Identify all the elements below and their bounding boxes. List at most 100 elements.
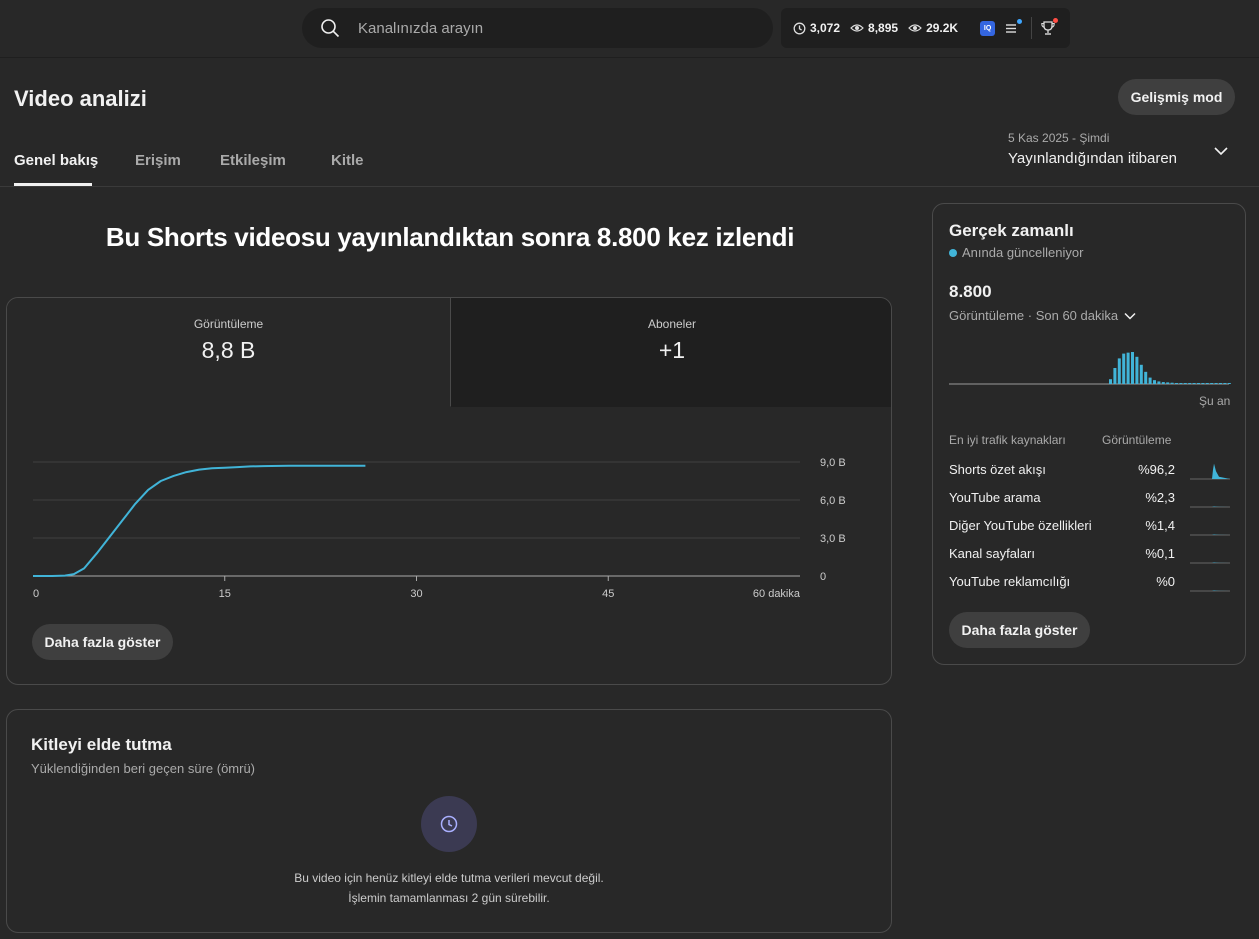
spark-bar — [1117, 358, 1121, 384]
traffic-header-source: En iyi trafik kaynakları — [949, 433, 1066, 447]
x-tick-label: 60 dakika — [753, 588, 801, 600]
metric-tile-subscribers[interactable]: Aboneler +1 — [450, 298, 891, 407]
y-tick-label: 0 — [820, 571, 826, 583]
spark-bar — [1131, 352, 1134, 384]
search-icon — [321, 19, 340, 38]
eye-icon — [850, 24, 864, 32]
views2-stat: 29.2K — [908, 21, 958, 35]
spark-bar — [1148, 377, 1152, 384]
notification-dot — [1017, 19, 1023, 24]
retention-title: Kitleyi elde tutma — [31, 735, 172, 754]
metric-value: +1 — [658, 337, 686, 363]
live-label: Anında güncelleniyor — [962, 245, 1084, 260]
metric-tile-views[interactable]: Görüntüleme 8,8 B — [7, 298, 450, 407]
traffic-sparkline — [1190, 506, 1230, 508]
clock-icon — [421, 796, 477, 852]
iq-icon[interactable]: IQ — [980, 20, 996, 36]
x-tick-label: 30 — [410, 588, 422, 600]
spark-bar — [1201, 383, 1205, 384]
traffic-source-percent: %0,1 — [1145, 546, 1175, 561]
search-box[interactable] — [302, 8, 773, 48]
now-label: Şu an — [1199, 394, 1231, 408]
y-tick-label: 6,0 B — [820, 495, 846, 507]
retention-empty-note: İşlemin tamamlanması 2 gün sürebilir. — [348, 891, 550, 905]
chevron-down-icon — [1124, 312, 1136, 320]
traffic-source-percent: %96,2 — [1138, 462, 1175, 477]
traffic-source-row[interactable]: Diğer YouTube özellikleri %1,4 — [949, 516, 1231, 536]
spark-bar — [1170, 382, 1174, 384]
traffic-source-row[interactable]: Shorts özet akışı %96,2 — [949, 460, 1231, 480]
traffic-source-name: YouTube arama — [949, 490, 1041, 505]
realtime-title: Gerçek zamanlı — [949, 221, 1074, 240]
traffic-source-name: Kanal sayfaları — [949, 546, 1035, 561]
retention-empty-message: Bu video için henüz kitleyi elde tutma v… — [294, 871, 604, 885]
show-more-button[interactable]: Daha fazla göster — [32, 624, 173, 660]
realtime-count: 8.800 — [949, 282, 992, 301]
spark-bar — [1135, 356, 1139, 384]
spark-bar — [1227, 383, 1231, 384]
top-bar: 3,072 8,895 29.2K IQ — [0, 0, 1259, 58]
traffic-source-name: Diğer YouTube özellikleri — [949, 518, 1092, 533]
y-tick-label: 3,0 B — [820, 533, 846, 545]
search-input[interactable] — [358, 16, 748, 40]
spark-bar — [1188, 383, 1192, 384]
x-tick-label: 15 — [219, 588, 231, 600]
chevron-down-icon[interactable] — [1213, 143, 1229, 159]
menu-icon[interactable] — [1005, 19, 1023, 35]
views-value: 8,895 — [868, 21, 899, 35]
tab-overview[interactable]: Genel bakış — [14, 152, 98, 169]
retention-card: Kitleyi elde tutma Yüklendiğinden beri g… — [6, 709, 892, 933]
tab-reach[interactable]: Erişim — [135, 152, 181, 169]
spark-bar — [1219, 383, 1222, 384]
metric-label: Görüntüleme — [193, 317, 264, 331]
spark-bar — [1205, 383, 1209, 384]
traffic-source-row[interactable]: Kanal sayfaları %0,1 — [949, 544, 1231, 564]
realtime-bar-chart — [949, 352, 1231, 385]
date-range-selector[interactable]: 5 Kas 2025 - Şimdi Yayınlandığından itib… — [1008, 131, 1177, 167]
traffic-sparkline — [1190, 463, 1230, 480]
advanced-mode-button[interactable]: Gelişmiş mod — [1118, 79, 1235, 115]
traffic-header-views: Görüntüleme — [1102, 433, 1172, 447]
views2-value: 29.2K — [926, 21, 959, 35]
retention-subtitle: Yüklendiğinden beri geçen süre (ömrü) — [31, 761, 256, 776]
realtime-period-selector[interactable]: Görüntüleme · Son 60 dakika — [949, 308, 1137, 323]
realtime-card: Gerçek zamanlı Anında güncelleniyor 8.80… — [932, 203, 1246, 665]
realtime-show-more-button[interactable]: Daha fazla göster — [949, 612, 1090, 648]
spark-bar — [1153, 380, 1156, 384]
live-dot — [949, 248, 957, 257]
tab-audience[interactable]: Kitle — [331, 152, 364, 169]
date-range-dates: 5 Kas 2025 - Şimdi — [1008, 131, 1110, 145]
clock-icon — [793, 22, 806, 34]
date-range-label: Yayınlandığından itibaren — [1008, 150, 1178, 167]
traffic-source-row[interactable]: YouTube reklamcılığı %0 — [949, 572, 1231, 592]
notification-dot — [1053, 18, 1059, 23]
watch-time-value: 3,072 — [810, 21, 841, 35]
traffic-sparkline — [1190, 562, 1230, 564]
summary-headline: Bu Shorts videosu yayınlandıktan sonra 8… — [105, 222, 795, 252]
spark-bar — [1210, 383, 1214, 384]
tab-engagement[interactable]: Etkileşim — [220, 152, 286, 169]
x-tick-label: 45 — [602, 588, 614, 600]
x-tick-label: 0 — [33, 588, 39, 600]
metric-label: Aboneler — [647, 317, 697, 331]
spark-bar — [1183, 383, 1187, 384]
traffic-source-name: Shorts özet akışı — [949, 462, 1046, 477]
page-title: Video analizi — [14, 86, 147, 111]
spark-bar — [1157, 381, 1161, 384]
eye-icon — [908, 24, 922, 32]
period-label: Görüntüleme · Son 60 dakika — [949, 308, 1119, 323]
traffic-sparkline — [1190, 534, 1230, 536]
traffic-source-row[interactable]: YouTube arama %2,3 — [949, 488, 1231, 508]
series-line — [33, 464, 366, 577]
views-line-chart: 0 3,0 B 6,0 B 9,0 B 0 15 30 45 60 dakika — [33, 457, 846, 600]
metric-value: 8,8 B — [201, 337, 256, 363]
traffic-source-name: YouTube reklamcılığı — [949, 574, 1071, 589]
traffic-source-percent: %2,3 — [1145, 490, 1175, 505]
traffic-source-percent: %1,4 — [1145, 518, 1175, 533]
y-tick-label: 9,0 B — [820, 457, 846, 469]
traffic-sparkline — [1190, 590, 1230, 592]
spark-bar — [1197, 383, 1200, 384]
trophy-icon[interactable] — [1040, 18, 1059, 36]
stats-widget: 3,072 8,895 29.2K IQ — [781, 8, 1070, 48]
views-stat: 8,895 — [850, 21, 898, 35]
